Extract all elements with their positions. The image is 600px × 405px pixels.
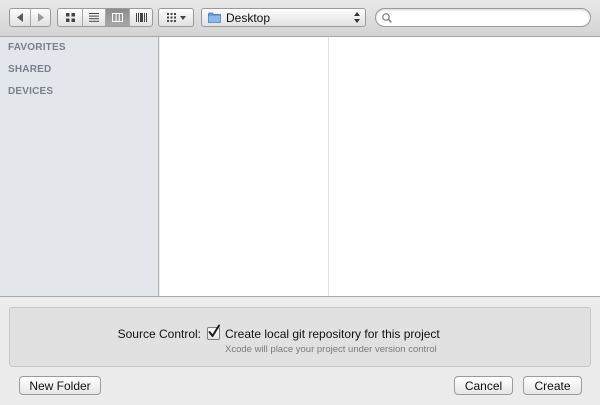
source-control-label: Source Control:	[117, 327, 201, 341]
browser-column-1[interactable]	[160, 37, 329, 297]
arrange-grid-icon	[166, 13, 176, 22]
view-mode-control	[57, 8, 153, 27]
column-view-button[interactable]	[105, 9, 129, 26]
sidebar-group-shared: SHARED	[8, 64, 52, 75]
location-popup[interactable]: Desktop	[201, 8, 366, 27]
options-panel: Source Control: Create local git reposit…	[9, 307, 591, 367]
folder-icon	[208, 12, 221, 23]
back-forward-control	[9, 8, 51, 27]
cover-flow-icon	[135, 13, 147, 22]
back-button[interactable]	[10, 9, 30, 26]
back-arrow-icon	[17, 13, 24, 22]
search-input[interactable]	[396, 10, 576, 25]
icon-view-button[interactable]	[58, 9, 82, 26]
git-repository-checkbox[interactable]	[207, 324, 220, 340]
list-view-icon	[89, 13, 99, 22]
git-repository-label[interactable]: Create local git repository for this pro…	[225, 327, 440, 341]
new-folder-button[interactable]: New Folder	[19, 376, 101, 395]
search-field[interactable]	[375, 8, 591, 27]
updown-arrows-icon	[354, 12, 360, 23]
sidebar-group-devices: DEVICES	[8, 86, 54, 97]
column-view-icon	[112, 13, 123, 22]
list-view-button[interactable]	[82, 9, 105, 26]
toolbar: Desktop	[0, 0, 600, 37]
version-control-hint: Xcode will place your project under vers…	[225, 344, 437, 355]
chevron-down-icon	[179, 15, 186, 20]
sidebar: FAVORITES SHARED DEVICES	[0, 37, 159, 297]
arrange-button[interactable]	[159, 9, 193, 26]
icon-view-icon	[65, 13, 75, 22]
forward-arrow-icon	[37, 13, 44, 22]
arrange-menu[interactable]	[158, 8, 194, 27]
checkmark-icon	[208, 324, 220, 337]
cover-flow-view-button[interactable]	[129, 9, 152, 26]
forward-button[interactable]	[30, 9, 50, 26]
create-button[interactable]: Create	[523, 376, 582, 395]
search-icon	[382, 12, 392, 23]
sidebar-group-favorites: FAVORITES	[8, 42, 66, 53]
location-label: Desktop	[226, 10, 271, 25]
browser-column-2[interactable]	[329, 37, 600, 297]
divider	[0, 296, 600, 297]
cancel-button[interactable]: Cancel	[454, 376, 513, 395]
